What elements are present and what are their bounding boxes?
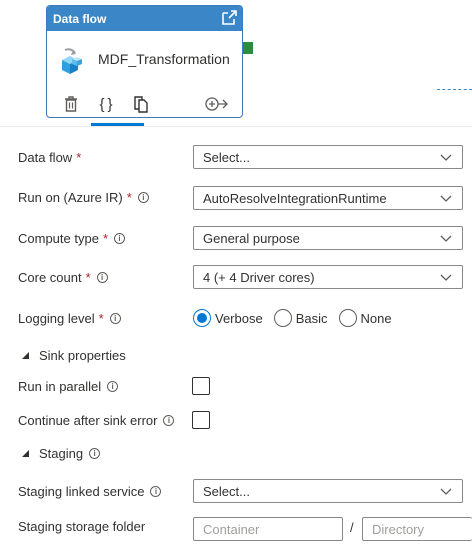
add-output-icon[interactable] bbox=[204, 94, 230, 114]
logging-radio-verbose[interactable]: Verbose bbox=[193, 309, 263, 327]
staging-linked-service-select-value: Select... bbox=[203, 483, 250, 499]
staging-linked-service-label: Staging linked service i bbox=[18, 483, 162, 499]
info-icon[interactable]: i bbox=[114, 232, 125, 244]
logging-radio-basic[interactable]: Basic bbox=[273, 309, 328, 327]
directory-placeholder: Directory bbox=[372, 521, 425, 537]
data-flow-label: Data flow * bbox=[18, 150, 81, 165]
core-count-label-text: Core count bbox=[18, 269, 82, 285]
logging-level-label-text: Logging level bbox=[18, 310, 95, 326]
staging-section-header[interactable]: Staging i bbox=[22, 443, 101, 463]
copy-icon[interactable] bbox=[131, 94, 151, 114]
staging-storage-folder-label: Staging storage folder bbox=[18, 518, 146, 534]
panel-divider bbox=[0, 126, 472, 127]
directory-input[interactable]: Directory bbox=[362, 517, 472, 541]
canvas-dashed-line bbox=[437, 89, 472, 90]
required-marker: * bbox=[85, 269, 91, 285]
run-in-parallel-row: Run in parallel i bbox=[18, 373, 472, 399]
logging-level-radio-group: Verbose Basic None bbox=[193, 306, 403, 330]
card-body: MDF_Transformation bbox=[47, 31, 242, 89]
chevron-down-icon bbox=[440, 274, 452, 281]
staging-linked-service-select[interactable]: Select... bbox=[193, 479, 463, 503]
radio-label: Verbose bbox=[215, 310, 263, 326]
dataflow-icon bbox=[55, 47, 87, 79]
info-icon[interactable]: i bbox=[163, 414, 175, 426]
chevron-down-icon bbox=[440, 488, 452, 495]
code-braces-icon[interactable]: { } bbox=[96, 94, 116, 114]
activity-name: MDF_Transformation bbox=[98, 51, 230, 67]
card-header-title: Data flow bbox=[53, 12, 107, 26]
collapse-triangle-icon bbox=[22, 351, 29, 359]
container-placeholder: Container bbox=[203, 521, 260, 537]
required-marker: * bbox=[76, 149, 82, 165]
pipeline-canvas: Data flow MDF_Transformation {} bbox=[0, 0, 472, 127]
continue-after-error-checkbox[interactable] bbox=[192, 411, 210, 429]
compute-type-select[interactable]: General purpose bbox=[193, 226, 463, 250]
radio-selected-indicator bbox=[193, 309, 211, 327]
logging-radio-none[interactable]: None bbox=[338, 309, 392, 327]
core-count-select[interactable]: 4 (+ 4 Driver cores) bbox=[193, 265, 463, 289]
info-icon[interactable]: i bbox=[107, 380, 119, 392]
continue-after-error-label-text: Continue after sink error bbox=[18, 412, 158, 428]
info-icon[interactable]: i bbox=[89, 447, 101, 459]
staging-linked-service-label-text: Staging linked service bbox=[18, 483, 145, 499]
radio-label: None bbox=[360, 310, 392, 326]
chevron-down-icon bbox=[440, 154, 452, 161]
info-icon[interactable]: i bbox=[109, 312, 121, 324]
compute-type-label-text: Compute type bbox=[18, 230, 99, 246]
radio-label: Basic bbox=[295, 310, 328, 326]
success-connector-handle[interactable] bbox=[243, 42, 253, 54]
data-flow-select[interactable]: Select... bbox=[193, 145, 463, 169]
info-icon[interactable]: i bbox=[137, 191, 149, 203]
core-count-select-value: 4 (+ 4 Driver cores) bbox=[203, 269, 315, 285]
section-title: Staging bbox=[39, 445, 84, 461]
trash-icon[interactable] bbox=[61, 94, 81, 114]
sink-properties-section-header[interactable]: Sink properties bbox=[22, 345, 126, 365]
data-flow-select-value: Select... bbox=[203, 149, 250, 165]
data-flow-label-text: Data flow bbox=[18, 149, 73, 165]
collapse-triangle-icon bbox=[22, 449, 29, 457]
continue-after-error-row: Continue after sink error i bbox=[18, 407, 472, 433]
run-on-select[interactable]: AutoResolveIntegrationRuntime bbox=[193, 186, 463, 210]
run-in-parallel-label-text: Run in parallel bbox=[18, 378, 102, 394]
required-marker: * bbox=[102, 230, 108, 246]
container-input[interactable]: Container bbox=[193, 517, 343, 541]
open-in-new-icon[interactable] bbox=[220, 9, 238, 27]
run-on-select-value: AutoResolveIntegrationRuntime bbox=[203, 190, 387, 206]
compute-type-label: Compute type * i bbox=[18, 231, 125, 246]
continue-after-error-label: Continue after sink error i bbox=[18, 412, 175, 428]
info-icon[interactable]: i bbox=[150, 485, 162, 497]
core-count-label: Core count * i bbox=[18, 270, 108, 285]
required-marker: * bbox=[126, 189, 132, 205]
card-actions: { } bbox=[47, 90, 242, 117]
radio-indicator bbox=[273, 309, 292, 327]
dataflow-activity-card[interactable]: Data flow MDF_Transformation {} bbox=[46, 5, 243, 118]
logging-level-label: Logging level * i bbox=[18, 311, 121, 326]
radio-indicator bbox=[338, 309, 357, 327]
path-separator: / bbox=[350, 520, 354, 535]
card-header: Data flow bbox=[47, 6, 242, 31]
run-on-label-text: Run on (Azure IR) bbox=[18, 189, 123, 205]
required-marker: * bbox=[98, 310, 104, 326]
run-in-parallel-label: Run in parallel i bbox=[18, 378, 119, 394]
compute-type-select-value: General purpose bbox=[203, 230, 300, 246]
chevron-down-icon bbox=[440, 195, 452, 202]
run-on-label: Run on (Azure IR) * i bbox=[18, 190, 149, 205]
info-icon[interactable]: i bbox=[96, 271, 108, 283]
run-in-parallel-checkbox[interactable] bbox=[192, 377, 210, 395]
chevron-down-icon bbox=[440, 235, 452, 242]
section-title: Sink properties bbox=[39, 347, 126, 363]
